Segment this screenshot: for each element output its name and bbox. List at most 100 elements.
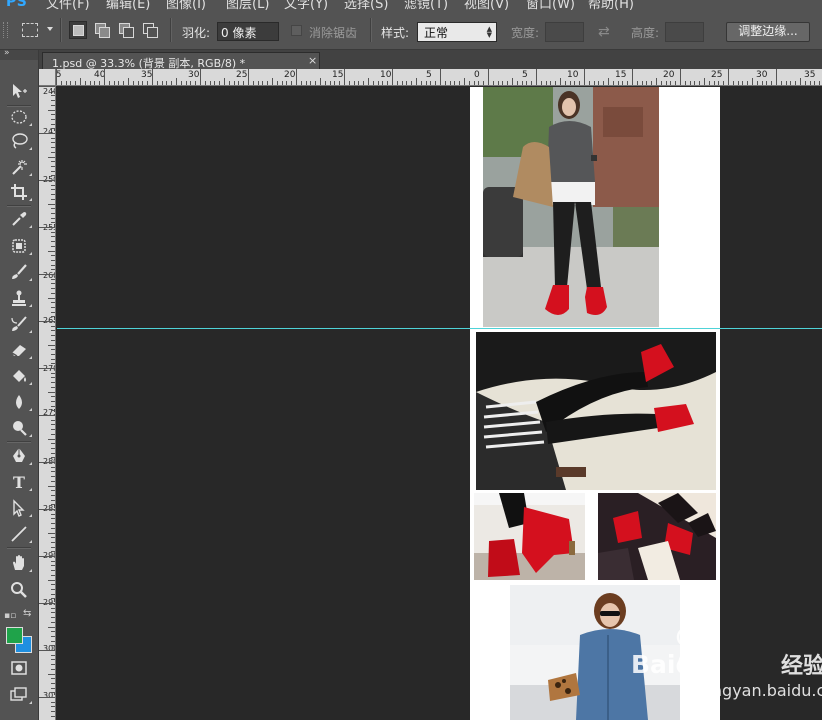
document-canvas[interactable]	[470, 87, 720, 720]
line-tool[interactable]	[6, 523, 32, 545]
feather-input[interactable]: 0 像素	[217, 22, 279, 41]
eraser-tool[interactable]	[6, 339, 32, 361]
tool-preset-dropdown-icon[interactable]	[47, 27, 53, 31]
ruler-origin[interactable]	[39, 69, 56, 86]
horizontal-ruler[interactable]: 45 40 35 30 25 20 15 10 5 0 5 10 15 20 2…	[56, 69, 822, 86]
swap-width-height-icon[interactable]: ⇄	[598, 24, 610, 40]
ruler-tick	[84, 81, 86, 85]
move-tool[interactable]	[6, 80, 32, 102]
ruler-tick	[329, 81, 331, 85]
subtract-from-selection-button[interactable]	[117, 21, 135, 39]
pen-tool[interactable]	[6, 445, 32, 467]
ruler-tick	[632, 69, 633, 85]
menu-file[interactable]: 文件(F)	[46, 0, 90, 10]
width-input[interactable]	[545, 22, 584, 42]
ruler-tick	[80, 78, 81, 85]
ruler-tick	[51, 288, 55, 290]
style-select[interactable]: 正常 ▲ ▼	[417, 22, 497, 42]
height-input[interactable]	[665, 22, 704, 42]
ruler-tick	[51, 259, 55, 261]
ruler-label: 15	[332, 70, 344, 80]
ruler-tick	[473, 81, 475, 85]
menu-edit[interactable]: 编辑(E)	[106, 0, 150, 10]
ruler-tick	[51, 607, 55, 609]
close-icon[interactable]: ×	[308, 54, 317, 67]
ruler-tick	[704, 78, 705, 85]
ruler-label: 0	[474, 70, 480, 80]
ruler-tick	[39, 697, 55, 698]
menu-type[interactable]: 文字(Y)	[284, 0, 328, 10]
brush-tool[interactable]	[6, 261, 32, 283]
foreground-color-swatch[interactable]	[6, 627, 23, 644]
ruler-tick	[51, 396, 55, 398]
swap-colors-icon[interactable]: ⇆	[23, 608, 31, 619]
tools-panel-header[interactable]: »	[0, 48, 38, 60]
paint-bucket-tool[interactable]	[6, 365, 32, 387]
antialias-checkbox[interactable]	[291, 25, 302, 36]
ruler-tick	[651, 81, 653, 85]
new-selection-button[interactable]	[69, 21, 87, 39]
horizontal-guide[interactable]	[57, 328, 822, 329]
document-tab[interactable]: 1.psd @ 33.3% (背景 副本, RGB/8) * ×	[42, 52, 320, 70]
rectangular-marquee-icon[interactable]	[22, 23, 38, 37]
photoshop-logo: PS	[6, 0, 28, 10]
menu-filter[interactable]: 滤镜(T)	[404, 0, 448, 10]
ruler-tick	[430, 81, 432, 85]
options-bar-grip[interactable]	[3, 22, 8, 38]
blur-tool[interactable]	[6, 391, 32, 413]
ruler-tick	[555, 81, 557, 85]
marquee-tool[interactable]	[6, 106, 32, 128]
ruler-tick	[51, 118, 55, 120]
ruler-tick	[156, 81, 158, 85]
default-colors-icon[interactable]: ▪▫	[4, 611, 16, 621]
menu-layer[interactable]: 图层(L)	[226, 0, 269, 10]
ruler-tick	[51, 701, 55, 703]
collapse-panel-icon[interactable]: »	[4, 48, 9, 58]
hand-tool[interactable]	[6, 552, 32, 574]
vertical-ruler[interactable]: 240 245 250 255 260 265 270 275 280 285 …	[39, 86, 56, 720]
ruler-tick	[488, 69, 489, 85]
ruler-tick	[776, 69, 777, 85]
clone-stamp-tool[interactable]	[6, 287, 32, 309]
ruler-tick	[195, 81, 197, 85]
ruler-tick	[94, 81, 96, 85]
menu-window[interactable]: 窗口(W)	[526, 0, 575, 10]
menu-help[interactable]: 帮助(H)	[588, 0, 634, 10]
menu-image[interactable]: 图像(I)	[166, 0, 206, 10]
ruler-tick	[545, 81, 547, 85]
ruler-tick	[641, 81, 643, 85]
dodge-tool[interactable]	[6, 417, 32, 439]
crop-tool[interactable]	[6, 181, 32, 203]
ruler-tick	[675, 81, 677, 85]
select-arrows-icon: ▲ ▼	[486, 25, 492, 39]
ruler-tick	[588, 81, 590, 85]
healing-brush-tool[interactable]	[6, 235, 32, 257]
type-tool[interactable]: T	[6, 471, 32, 493]
path-selection-tool[interactable]	[6, 497, 32, 519]
screen-mode-button[interactable]	[6, 684, 32, 706]
menu-select[interactable]: 选择(S)	[344, 0, 388, 10]
intersect-selection-button[interactable]	[141, 21, 159, 39]
ruler-tick	[51, 480, 55, 482]
ruler-tick	[608, 78, 609, 85]
lasso-tool[interactable]	[6, 130, 32, 152]
history-brush-tool[interactable]	[6, 313, 32, 335]
ruler-tick	[51, 217, 55, 219]
eyedropper-tool[interactable]	[6, 208, 32, 230]
ellipse-marquee-icon	[11, 110, 27, 124]
refine-edge-button[interactable]: 调整边缘...	[726, 22, 810, 42]
ruler-tick	[39, 227, 55, 228]
quick-mask-button[interactable]	[6, 657, 32, 679]
ruler-tick	[51, 255, 55, 257]
ruler-tick	[51, 175, 55, 177]
ruler-tick	[665, 81, 667, 85]
quick-selection-tool[interactable]	[6, 156, 32, 178]
ruler-tick	[51, 410, 55, 412]
ruler-tick	[368, 78, 369, 85]
ruler-tick	[65, 81, 67, 85]
ruler-tick	[689, 81, 691, 85]
canvas-area[interactable]: Baidu 经验 jingyan.baidu.com	[57, 87, 822, 720]
add-to-selection-button[interactable]	[93, 21, 111, 39]
zoom-tool[interactable]	[6, 579, 32, 601]
menu-view[interactable]: 视图(V)	[464, 0, 509, 10]
